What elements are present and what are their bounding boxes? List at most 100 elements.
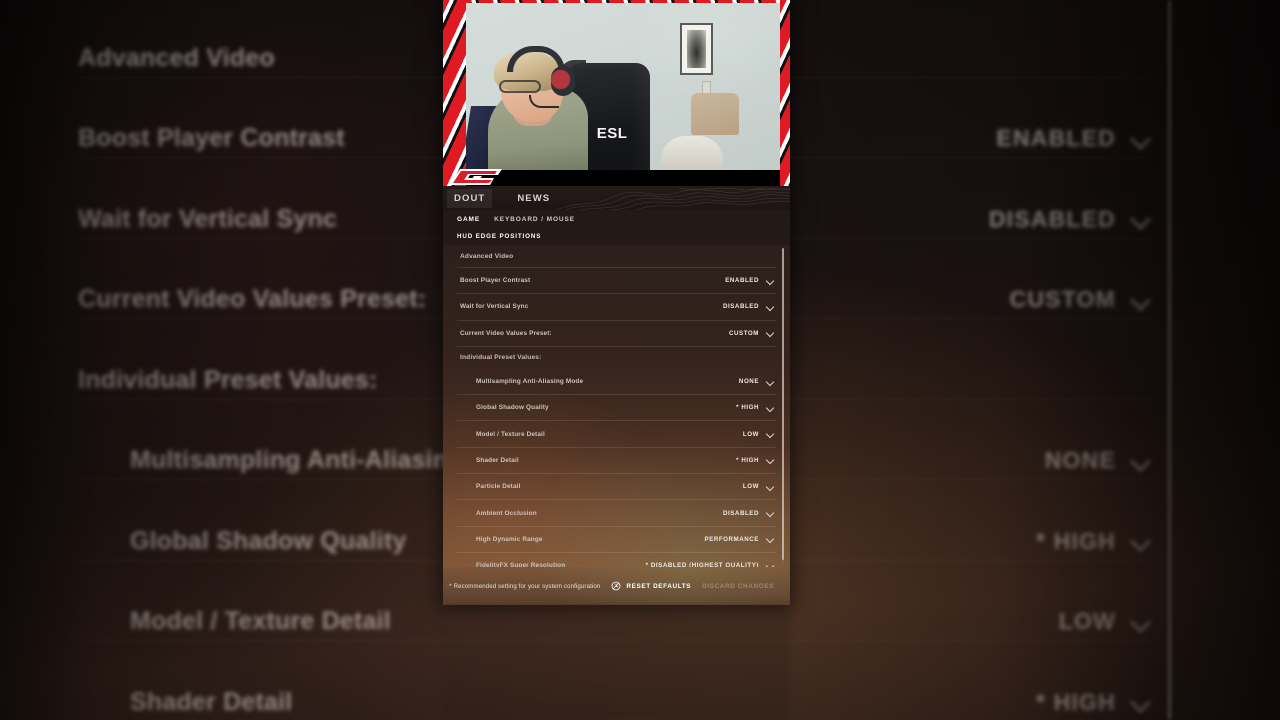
- setting-value-text: CUSTOM: [729, 329, 759, 337]
- chevron-down-icon: [766, 483, 774, 491]
- subtab-bar: HUD EDGE POSITIONS: [443, 228, 790, 245]
- discard-changes-button[interactable]: DISCARD CHANGES: [702, 583, 774, 590]
- nav-item-0[interactable]: DOUT: [447, 188, 493, 208]
- nav-items: DOUT NEWS: [443, 186, 557, 210]
- chevron-down-icon: [766, 509, 774, 517]
- chevron-down-icon: [766, 329, 774, 337]
- faze-border-left: [443, 0, 466, 186]
- headset-earcup: [550, 66, 575, 97]
- setting-value[interactable]: NONE: [739, 378, 774, 386]
- seat-cushion: [691, 93, 740, 136]
- reset-defaults-button[interactable]: RESET DEFAULTS: [611, 581, 691, 591]
- settings-scrollbar[interactable]: [781, 248, 784, 564]
- setting-row-individual-preset-values: Individual Preset Values:: [443, 347, 790, 369]
- setting-row-current-video-values-preset[interactable]: Current Video Values Preset: CUSTOM: [443, 321, 790, 346]
- settings-list: Advanced Video Boost Player Contrast ENABL…: [443, 245, 790, 567]
- subtab-hud-edge-positions[interactable]: HUD EDGE POSITIONS: [457, 233, 541, 240]
- faze-border-right: [780, 0, 790, 186]
- top-navigation-bar: DOUT NEWS: [443, 186, 790, 210]
- microphone-boom: [528, 94, 559, 108]
- tab-keyboard-mouse[interactable]: KEYBOARD / MOUSE: [494, 216, 575, 223]
- setting-value-text: * HIGH: [736, 404, 759, 412]
- setting-row-fidelityfx-super-resolution[interactable]: FidelityFX Super Resolution * DISABLED (H…: [443, 553, 790, 567]
- video-panel: ESL DOUT NEWS GAME KEYBOARD / MOUSE HUD …: [443, 0, 790, 605]
- setting-row-multisampling-anti-aliasing-mode[interactable]: Multisampling Anti-Aliasing Mode NONE: [443, 369, 790, 394]
- background-row-value-text: DISABLED: [988, 205, 1116, 232]
- setting-value-text: DISABLED: [722, 303, 759, 311]
- background-row-label: Shader Detail: [130, 687, 293, 716]
- setting-value-text: PERFORMANCE: [704, 535, 759, 543]
- glasses-icon: [498, 79, 541, 93]
- background-row-value-text: ENABLED: [996, 125, 1116, 151]
- setting-value[interactable]: * HIGH: [736, 456, 774, 464]
- background-scrollbar: [1167, 0, 1172, 720]
- chevron-down-icon: [766, 378, 774, 386]
- scrollbar-thumb[interactable]: [781, 248, 784, 560]
- background-row-label: Individual Preset Values:: [78, 365, 378, 394]
- setting-row-model-texture-detail[interactable]: Model / Texture Detail LOW: [443, 421, 790, 446]
- setting-value[interactable]: ENABLED: [725, 277, 774, 285]
- setting-row-global-shadow-quality[interactable]: Global Shadow Quality * HIGH: [443, 395, 790, 420]
- recommended-setting-note: * Recommended setting for your system co…: [449, 582, 601, 590]
- background-row-label: Wait for Vertical Sync: [78, 204, 338, 233]
- setting-value[interactable]: CUSTOM: [729, 329, 774, 337]
- tab-game[interactable]: GAME: [457, 216, 480, 223]
- chevron-down-icon: [1132, 692, 1152, 712]
- chevron-down-icon: [766, 404, 774, 412]
- setting-row-particle-detail[interactable]: Particle Detail LOW: [443, 474, 790, 499]
- setting-row-boost-player-contrast[interactable]: Boost Player Contrast ENABLED: [443, 268, 790, 293]
- setting-value[interactable]: DISABLED: [723, 509, 774, 517]
- background-row-value-text: LOW: [1058, 608, 1116, 634]
- faze-clan-logo: [450, 169, 502, 185]
- setting-label: Advanced Video: [460, 252, 514, 260]
- webcam-overlay: ESL: [443, 0, 790, 186]
- background-row-value: * HIGH: [1036, 689, 1152, 716]
- setting-value-text: ENABLED: [725, 277, 759, 285]
- setting-row-wait-for-vertical-sync[interactable]: Wait for Vertical Sync DISABLED: [443, 294, 790, 319]
- setting-label: Global Shadow Quality: [476, 404, 549, 412]
- clock-reset-icon: [611, 581, 621, 591]
- background-row-value: NONE: [1045, 447, 1152, 474]
- background-row-label: Global Shadow Quality: [130, 526, 407, 555]
- setting-value-text: LOW: [742, 483, 759, 491]
- chevron-down-icon: [1132, 612, 1152, 632]
- setting-label: Ambient Occlusion: [476, 509, 537, 517]
- setting-row-ambient-occlusion[interactable]: Ambient Occlusion DISABLED: [443, 500, 790, 525]
- background-row-value: DISABLED: [989, 206, 1152, 233]
- chevron-down-icon: [1132, 451, 1152, 471]
- setting-value[interactable]: LOW: [743, 483, 774, 491]
- setting-label: Current Video Values Preset:: [460, 329, 552, 337]
- setting-value[interactable]: DISABLED: [723, 303, 774, 311]
- setting-label: Individual Preset Values:: [460, 354, 542, 362]
- setting-row-shader-detail[interactable]: Shader Detail * HIGH: [443, 448, 790, 473]
- chevron-down-icon: [766, 430, 774, 438]
- nav-item-1[interactable]: NEWS: [510, 189, 557, 208]
- background-row-value: * HIGH: [1036, 528, 1152, 555]
- setting-row-high-dynamic-range[interactable]: High Dynamic Range PERFORMANCE: [443, 527, 790, 552]
- setting-label: Multisampling Anti-Aliasing Mode: [476, 378, 584, 386]
- setting-value-text: DISABLED: [722, 509, 759, 517]
- background-row-value: ENABLED: [996, 125, 1152, 152]
- chevron-down-icon: [766, 456, 774, 464]
- settings-section-header: Advanced Video: [443, 245, 790, 267]
- wall-picture: [679, 23, 713, 76]
- chevron-down-icon: [1132, 531, 1152, 551]
- chevron-down-icon: [766, 277, 774, 285]
- chevron-down-icon: [1132, 129, 1152, 149]
- chevron-down-icon: [766, 303, 774, 311]
- setting-label: Boost Player Contrast: [460, 277, 531, 285]
- chevron-down-icon: [1132, 209, 1152, 229]
- setting-label: Wait for Vertical Sync: [460, 303, 529, 311]
- setting-label: Particle Detail: [476, 483, 521, 491]
- setting-label: High Dynamic Range: [476, 535, 543, 543]
- setting-value-text: * HIGH: [736, 456, 759, 464]
- setting-value[interactable]: LOW: [743, 430, 774, 438]
- setting-value[interactable]: PERFORMANCE: [704, 535, 774, 543]
- chevron-down-icon: [766, 535, 774, 543]
- settings-rows: Advanced Video Boost Player Contrast ENABL…: [443, 245, 790, 567]
- background-row-value-text: * HIGH: [1035, 688, 1116, 715]
- setting-value[interactable]: * HIGH: [736, 404, 774, 412]
- background-row-value: CUSTOM: [1010, 286, 1152, 313]
- seat-cushion-lower: [661, 136, 724, 170]
- setting-label: Model / Texture Detail: [476, 430, 545, 438]
